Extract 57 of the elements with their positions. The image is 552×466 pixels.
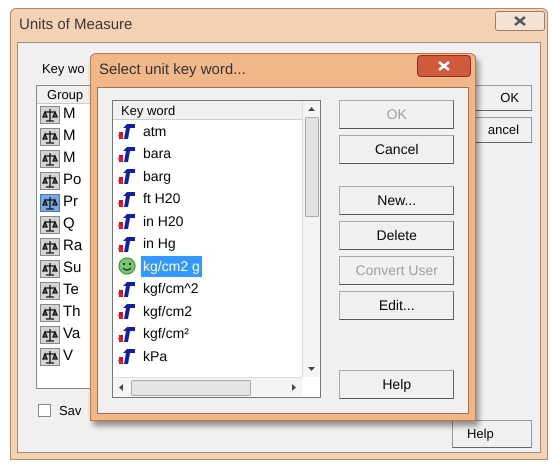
scroll-thumb[interactable] xyxy=(304,117,319,217)
close-button[interactable] xyxy=(495,11,545,31)
keyword-item[interactable]: kgf/cm² xyxy=(141,323,191,344)
horizontal-scrollbar[interactable] xyxy=(113,377,302,397)
keyword-item[interactable]: bara xyxy=(141,143,174,164)
group-name[interactable]: M xyxy=(63,147,76,170)
unit-icon xyxy=(117,280,137,298)
unit-icon xyxy=(117,167,137,186)
smiley-icon xyxy=(118,257,136,276)
field-label: Key wo xyxy=(42,60,85,78)
keyword-item[interactable]: kPa xyxy=(141,346,170,367)
dialog-button[interactable]: Help xyxy=(339,370,454,399)
unit-icon xyxy=(117,122,137,140)
group-name[interactable]: Q xyxy=(63,213,75,236)
group-name[interactable]: Te xyxy=(63,279,79,302)
keyword-item[interactable]: kgf/cm2 xyxy=(141,300,194,322)
group-name[interactable]: Pr xyxy=(63,191,78,214)
group-name[interactable]: M xyxy=(63,125,76,148)
column-header: Key word xyxy=(113,101,302,120)
down-arrow-icon xyxy=(308,367,316,371)
group-name[interactable]: Va xyxy=(63,323,80,346)
keyword-item[interactable]: in Hg xyxy=(141,233,178,254)
checkbox-label: Sav xyxy=(59,402,82,420)
close-button[interactable] xyxy=(417,55,471,77)
group-name[interactable]: Th xyxy=(63,301,81,324)
group-name[interactable]: M xyxy=(63,103,76,126)
dialog-button[interactable]: Delete xyxy=(339,221,454,250)
unit-icon xyxy=(117,190,137,208)
up-arrow-icon xyxy=(308,107,316,111)
unit-icon xyxy=(117,212,137,230)
group-name[interactable]: Po xyxy=(63,169,82,192)
vertical-scrollbar[interactable] xyxy=(302,101,320,377)
keyword-item[interactable]: ft H20 xyxy=(141,188,182,210)
group-name[interactable]: Su xyxy=(63,257,82,280)
dialog-button[interactable]: Cancel xyxy=(339,135,454,164)
keyword-item[interactable]: atm xyxy=(141,120,168,142)
dialog-button[interactable]: New... xyxy=(339,186,454,215)
checkbox[interactable] xyxy=(38,404,51,417)
close-icon xyxy=(438,61,450,71)
right-arrow-icon xyxy=(292,384,296,391)
unit-icon xyxy=(117,347,137,366)
window-title: Units of Measure xyxy=(19,15,132,35)
keyword-item[interactable]: kgf/cm^2 xyxy=(141,278,201,300)
dialog-title: Select unit key word... xyxy=(99,60,246,80)
dialog-button[interactable]: Edit... xyxy=(339,291,454,320)
scroll-thumb[interactable] xyxy=(131,380,251,396)
unit-icon xyxy=(117,234,137,253)
unit-icon xyxy=(117,324,137,343)
help-button[interactable]: Help xyxy=(452,420,532,448)
keyword-item[interactable]: in H20 xyxy=(141,210,186,232)
unit-icon xyxy=(117,302,137,320)
left-arrow-icon xyxy=(119,384,123,391)
group-name[interactable]: V xyxy=(63,345,74,368)
unit-icon xyxy=(117,144,137,163)
close-icon xyxy=(514,16,526,26)
group-name[interactable]: Ra xyxy=(63,235,82,258)
keyword-item[interactable]: barg xyxy=(141,166,174,187)
